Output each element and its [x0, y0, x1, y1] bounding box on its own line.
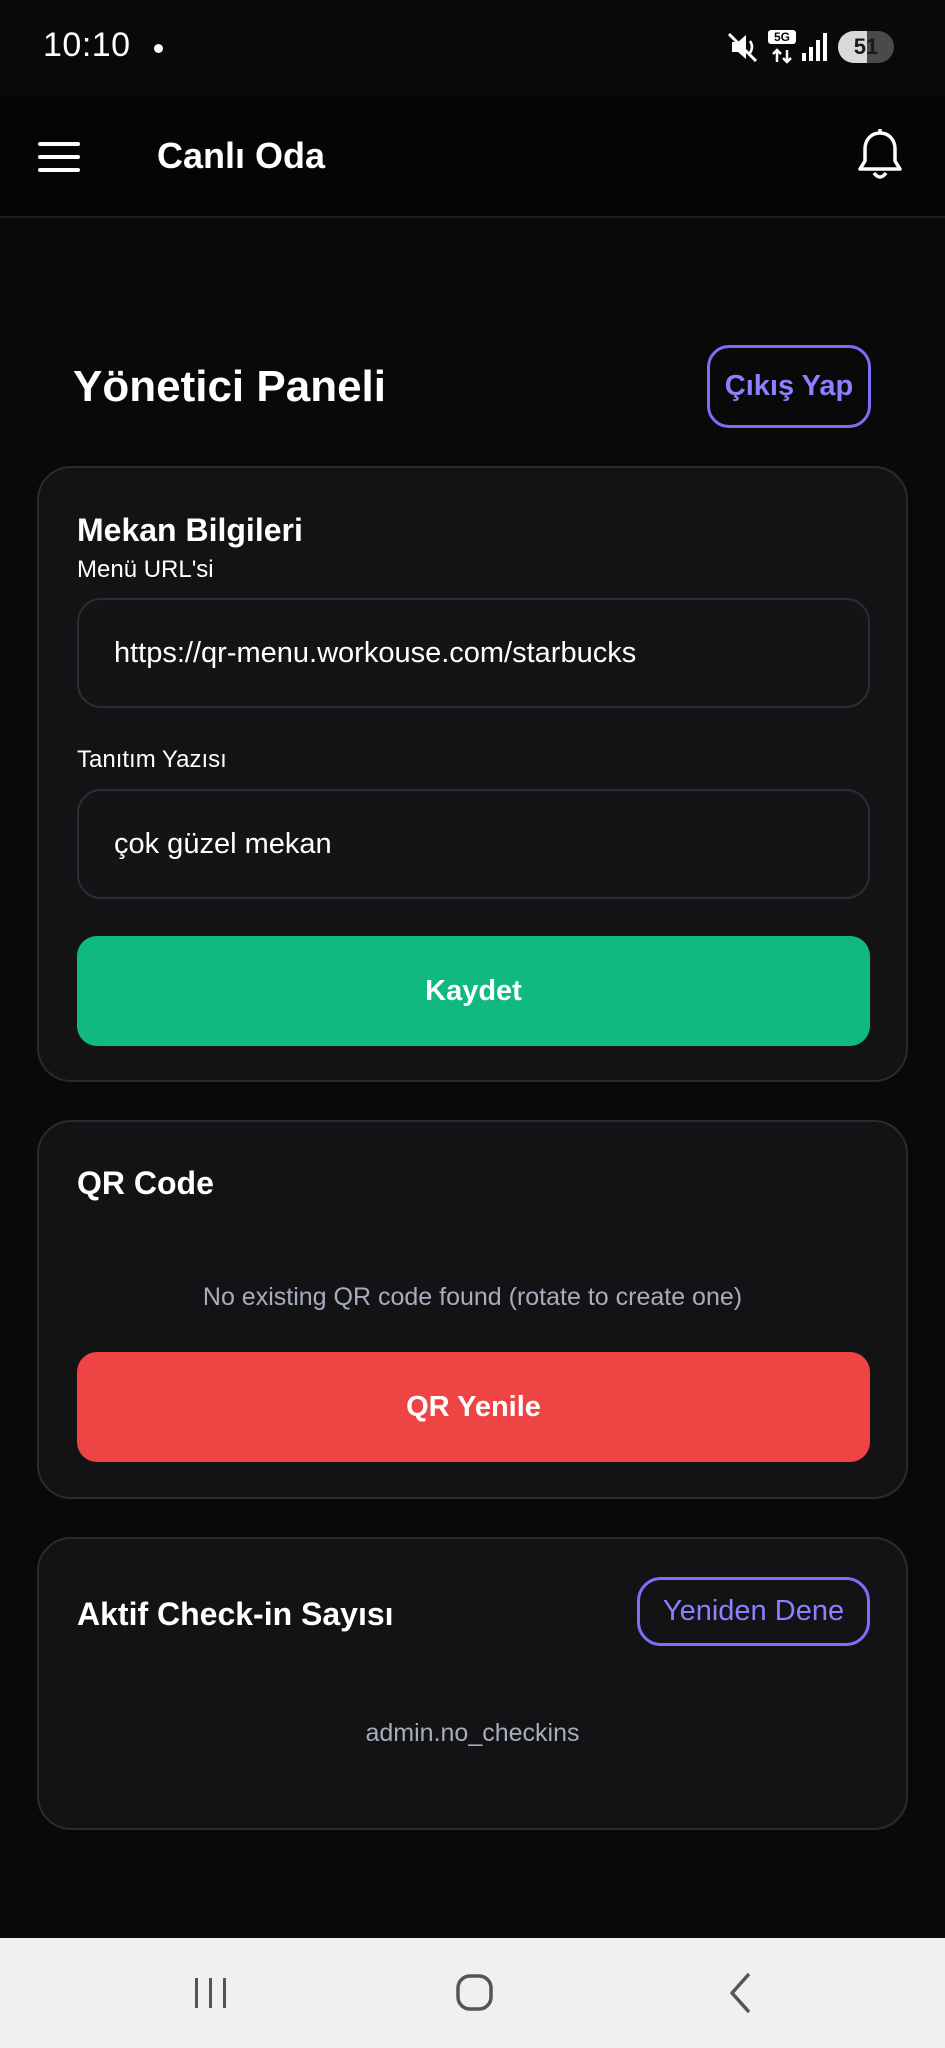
status-time: 10:10 — [43, 26, 131, 64]
intro-text-input[interactable]: çok güzel mekan — [77, 789, 870, 899]
signal-icon — [802, 33, 827, 61]
back-icon[interactable] — [710, 1966, 770, 2020]
qr-card-title: QR Code — [77, 1165, 214, 1201]
venue-card-title: Mekan Bilgileri — [77, 512, 303, 548]
page-title: Yönetici Paneli — [73, 362, 386, 411]
status-bar: 10:10 5G 51 — [0, 0, 945, 95]
intro-text-label: Tanıtım Yazısı — [77, 746, 227, 773]
venue-info-card: Mekan Bilgileri Menü URL'si https://qr-m… — [37, 466, 908, 1082]
qr-refresh-button[interactable]: QR Yenile — [77, 1352, 870, 1462]
battery-icon: 51 — [838, 31, 894, 63]
hamburger-menu-icon[interactable] — [36, 140, 82, 174]
recents-icon[interactable] — [181, 1966, 241, 2020]
app-bar: Canlı Oda — [0, 95, 945, 218]
battery-level: 51 — [853, 34, 879, 59]
app-title: Canlı Oda — [157, 135, 326, 176]
mute-icon — [727, 32, 758, 63]
bell-icon[interactable] — [856, 128, 904, 184]
notification-dot-icon — [154, 44, 163, 53]
logout-button[interactable]: Çıkış Yap — [707, 345, 871, 428]
menu-url-label: Menü URL'si — [77, 556, 214, 583]
data-arrows-icon — [772, 48, 792, 64]
checkin-card-title: Aktif Check-in Sayısı — [77, 1596, 394, 1632]
system-nav-bar — [0, 1938, 945, 2048]
screen: 10:10 5G 51 Canlı Oda Yönetici Paneli Çı… — [0, 0, 945, 2048]
retry-button[interactable]: Yeniden Dene — [637, 1577, 870, 1646]
checkin-empty-message: admin.no_checkins — [365, 1719, 580, 1747]
menu-url-input[interactable]: https://qr-menu.workouse.com/starbucks — [77, 598, 870, 708]
home-icon[interactable] — [445, 1966, 505, 2020]
save-button[interactable]: Kaydet — [77, 936, 870, 1046]
qr-empty-message: No existing QR code found (rotate to cre… — [202, 1283, 743, 1311]
qr-code-card: QR Code No existing QR code found (rotat… — [37, 1120, 908, 1499]
active-checkin-card: Aktif Check-in Sayısı Yeniden Dene admin… — [37, 1537, 908, 1830]
